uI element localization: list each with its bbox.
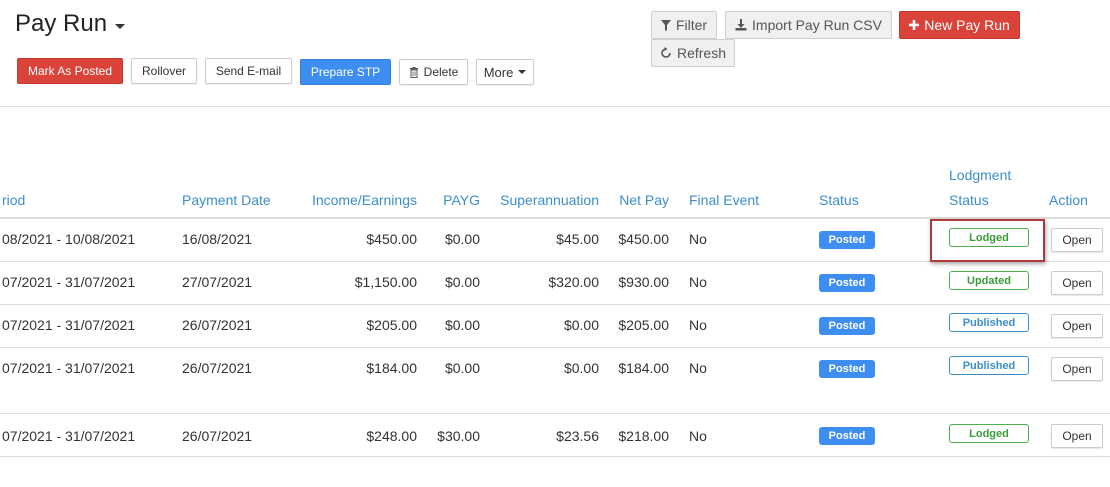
cell-payg: $0.00 <box>444 274 480 290</box>
cell-payg: $0.00 <box>444 231 480 247</box>
cell-net-pay: $205.00 <box>618 317 669 333</box>
open-button[interactable]: Open <box>1051 271 1103 295</box>
plus-icon <box>909 20 920 30</box>
cell-payment-date: 16/08/2021 <box>182 231 253 247</box>
lodgment-status-badge: Published <box>949 356 1029 375</box>
trash-icon <box>409 66 419 78</box>
cell-period: 07/2021 - 31/07/2021 <box>2 428 136 444</box>
column-header-payg[interactable]: PAYG <box>420 192 480 208</box>
cell-income: $184.00 <box>366 360 417 376</box>
cell-net-pay: $930.00 <box>618 274 669 290</box>
cell-net-pay: $184.00 <box>618 360 669 376</box>
column-header-net-pay[interactable]: Net Pay <box>605 192 669 208</box>
section-divider <box>0 106 1110 107</box>
column-header-income[interactable]: Income/Earnings <box>290 192 417 208</box>
chevron-down-icon[interactable] <box>115 23 126 29</box>
cell-income: $1,150.00 <box>354 274 417 290</box>
cell-payment-date: 26/07/2021 <box>182 428 253 444</box>
open-button[interactable]: Open <box>1051 424 1103 448</box>
new-pay-run-label: New Pay Run <box>924 17 1010 33</box>
table-row[interactable]: 07/2021 - 31/07/2021 26/07/2021 $184.00 … <box>0 348 1110 414</box>
import-csv-label: Import Pay Run CSV <box>752 17 882 33</box>
cell-payg: $0.00 <box>444 317 480 333</box>
status-badge: Posted <box>819 274 875 292</box>
cell-superannuation: $23.56 <box>556 428 599 444</box>
column-header-superannuation[interactable]: Superannuation <box>490 192 599 208</box>
funnel-icon <box>660 19 671 31</box>
cell-final-event: No <box>689 317 707 333</box>
column-header-action[interactable]: Action <box>1049 192 1088 208</box>
status-badge: Posted <box>819 231 875 249</box>
new-pay-run-button[interactable]: New Pay Run <box>899 11 1020 39</box>
cell-period: 07/2021 - 31/07/2021 <box>2 274 136 290</box>
rollover-button[interactable]: Rollover <box>131 58 197 84</box>
cell-period: 07/2021 - 31/07/2021 <box>2 317 136 333</box>
column-header-final-event[interactable]: Final Event <box>689 192 759 208</box>
cell-income: $248.00 <box>366 428 417 444</box>
column-header-status[interactable]: Status <box>819 192 859 208</box>
status-badge: Posted <box>819 317 875 335</box>
prepare-stp-label: Prepare STP <box>310 65 381 79</box>
refresh-icon <box>660 47 672 59</box>
table-row[interactable]: 07/2021 - 31/07/2021 26/07/2021 $248.00 … <box>0 414 1110 457</box>
mark-as-posted-button[interactable]: Mark As Posted <box>17 58 123 84</box>
delete-button[interactable]: Delete <box>399 59 468 85</box>
open-button[interactable]: Open <box>1051 228 1103 252</box>
cell-superannuation: $320.00 <box>548 274 599 290</box>
cell-period: 08/2021 - 10/08/2021 <box>2 231 136 247</box>
column-header-payment-date[interactable]: Payment Date <box>182 192 271 208</box>
download-icon <box>735 19 747 31</box>
prepare-stp-button[interactable]: Prepare STP <box>300 59 391 85</box>
cell-final-event: No <box>689 428 707 444</box>
table-row[interactable]: 07/2021 - 31/07/2021 26/07/2021 $205.00 … <box>0 305 1110 348</box>
column-header-period[interactable]: riod <box>2 192 25 208</box>
open-button[interactable]: Open <box>1051 357 1103 381</box>
cell-final-event: No <box>689 274 707 290</box>
cell-superannuation: $0.00 <box>563 360 599 376</box>
cell-payg: $30.00 <box>437 428 480 444</box>
cell-period: 07/2021 - 31/07/2021 <box>2 360 136 376</box>
cell-income: $450.00 <box>366 231 417 247</box>
cell-net-pay: $218.00 <box>618 428 669 444</box>
cell-payment-date: 27/07/2021 <box>182 274 253 290</box>
delete-label: Delete <box>423 65 459 79</box>
table-row[interactable]: 07/2021 - 31/07/2021 27/07/2021 $1,150.0… <box>0 262 1110 305</box>
cell-payg: $0.00 <box>444 360 480 376</box>
refresh-label: Refresh <box>676 45 727 61</box>
lodgment-status-badge: Updated <box>949 271 1029 290</box>
page-title[interactable]: Pay Run <box>15 10 126 38</box>
chevron-down-icon <box>518 70 527 74</box>
column-header-lodgment-line2[interactable]: Status <box>949 192 989 208</box>
page-title-text: Pay Run <box>15 10 108 37</box>
lodgment-status-badge: Published <box>949 313 1029 332</box>
lodgment-status-badge: Lodged <box>949 424 1029 443</box>
filter-label: Filter <box>675 17 708 33</box>
status-badge: Posted <box>819 360 875 378</box>
cell-net-pay: $450.00 <box>618 231 669 247</box>
refresh-button[interactable]: Refresh <box>651 39 735 67</box>
mark-as-posted-label: Mark As Posted <box>27 64 113 78</box>
send-email-button[interactable]: Send E-mail <box>205 58 292 84</box>
send-email-label: Send E-mail <box>215 64 282 78</box>
cell-superannuation: $45.00 <box>556 231 599 247</box>
cell-income: $205.00 <box>366 317 417 333</box>
rollover-label: Rollover <box>141 64 186 78</box>
cell-final-event: No <box>689 360 707 376</box>
filter-button[interactable]: Filter <box>651 11 717 39</box>
cell-payment-date: 26/07/2021 <box>182 360 253 376</box>
open-button[interactable]: Open <box>1051 314 1103 338</box>
import-csv-button[interactable]: Import Pay Run CSV <box>725 11 892 39</box>
highlight-box <box>930 219 1045 262</box>
status-badge: Posted <box>819 427 875 445</box>
cell-payment-date: 26/07/2021 <box>182 317 253 333</box>
column-header-lodgment-line1[interactable]: Lodgment <box>949 167 1011 183</box>
more-label: More <box>483 64 514 80</box>
cell-superannuation: $0.00 <box>563 317 599 333</box>
more-dropdown-button[interactable]: More <box>476 59 534 85</box>
cell-final-event: No <box>689 231 707 247</box>
